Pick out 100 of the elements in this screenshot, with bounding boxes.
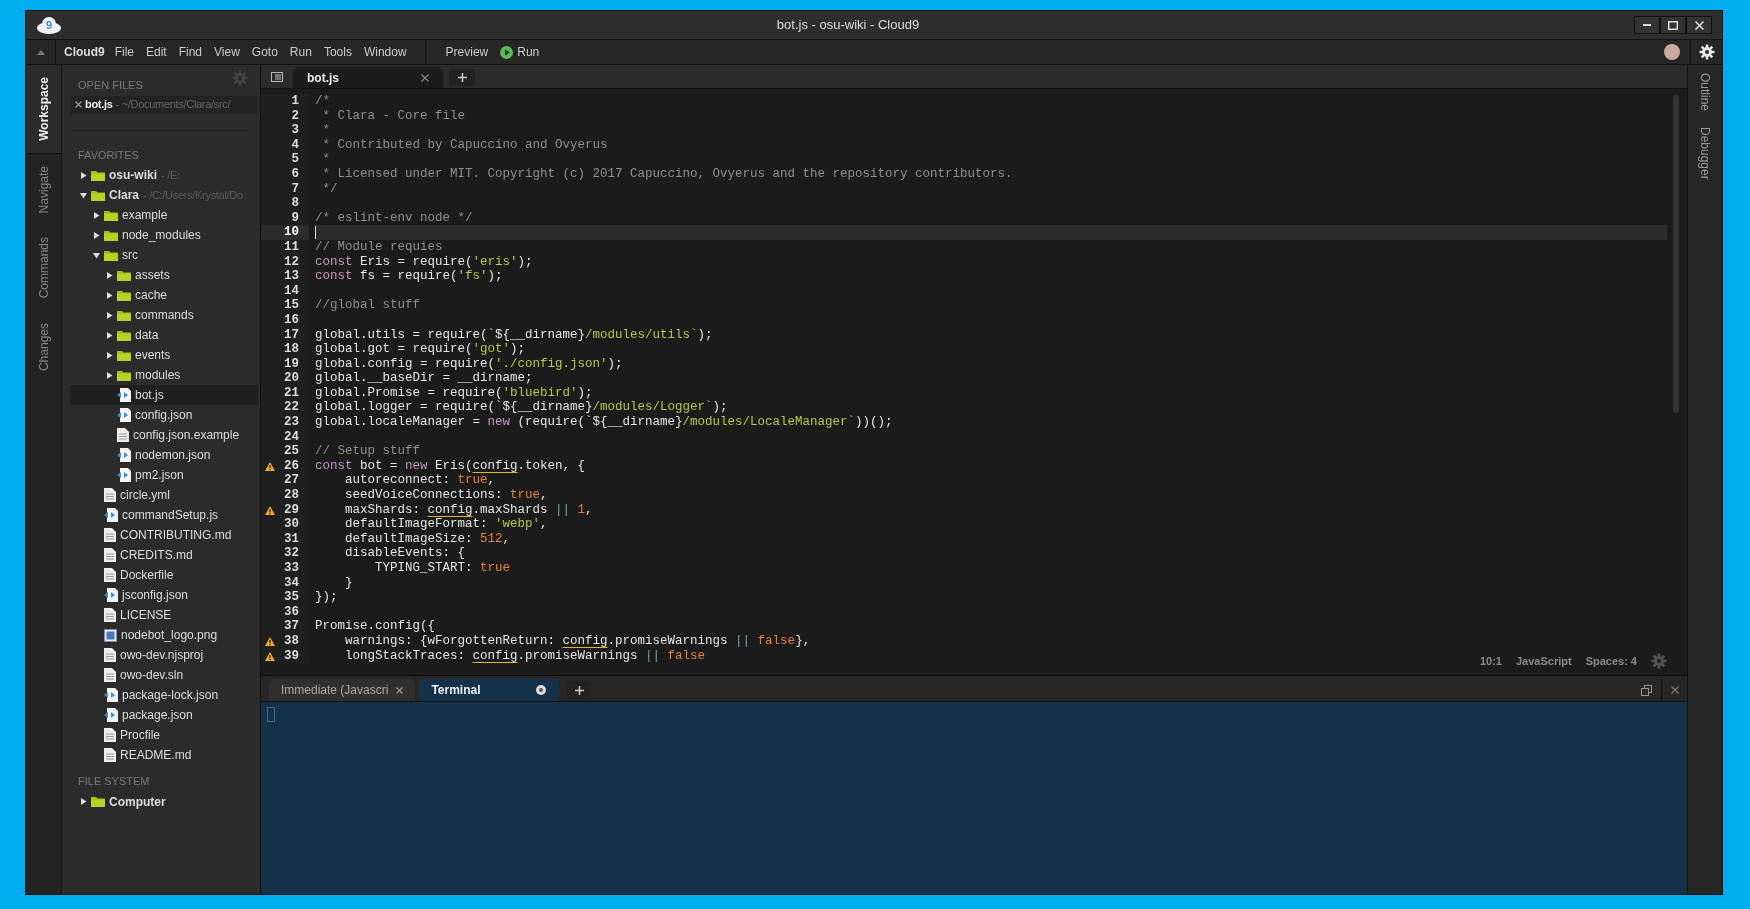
menu-item[interactable]: Window [357,43,413,61]
maximize-button[interactable] [1660,16,1686,34]
folder-icon [104,249,118,261]
preview-button[interactable]: Preview [439,43,495,61]
code-file-icon [104,588,118,602]
tree-item[interactable]: package-lock.json [70,685,258,705]
tree-item[interactable]: owo-dev.njsproj [70,645,258,665]
tree-item[interactable]: events [70,345,258,365]
document-icon [104,668,116,682]
panel-side-tab[interactable]: Debugger [1696,127,1714,180]
code-line: global.Promise = require('bluebird'); [315,385,593,400]
tree-item[interactable]: assets [70,265,258,285]
code-line: * Contributed by Capuccino and Ovyerus [321,137,608,152]
panel-tab[interactable]: Terminal [419,679,560,701]
code-line: */ [321,181,338,196]
file-name: events [135,347,171,364]
tree-item[interactable]: README.md [70,745,258,765]
folder-icon [117,349,131,361]
menu-item[interactable]: Run [283,43,318,61]
language-mode[interactable]: JavaScript [1515,653,1572,669]
menu-item[interactable]: Tools [317,43,358,61]
caret-right-icon [106,291,113,299]
folder-icon [117,269,131,281]
menu-item[interactable]: Find [172,43,209,61]
tree-item[interactable]: src [70,245,258,265]
tree-item[interactable]: bot.js [70,385,258,405]
tree-item[interactable]: package.json [70,705,258,725]
sidebar-tab[interactable]: Commands [26,225,61,311]
caret-right-icon [80,171,87,179]
indent-setting[interactable]: Spaces: 4 [1585,653,1637,669]
folder-icon [117,369,131,381]
line-number: 18 [284,342,299,357]
line-number: 33 [284,561,299,576]
line-number: 21 [284,385,299,401]
sidebar-tab[interactable]: Changes [26,310,61,383]
list-icon [271,72,283,82]
circle-icon [535,684,548,696]
file-name: src [122,247,138,264]
file-name: bot.js [85,97,113,113]
code-line: * [321,152,330,167]
menu-item[interactable]: View [208,43,246,61]
scrollbar[interactable] [1673,95,1679,413]
menu-item[interactable]: File [108,43,140,61]
tree-item[interactable]: LICENSE [70,605,258,625]
tree-item[interactable]: Computer [70,791,258,812]
panel-side-tab[interactable]: Outline [1696,73,1714,112]
file-name: nodebot_logo.png [121,627,218,644]
tree-item[interactable]: data [70,325,258,345]
avatar[interactable] [1664,44,1680,60]
line-number: 37 [284,619,299,634]
tree-item[interactable]: nodemon.json [70,445,258,465]
close-button[interactable] [1686,16,1712,34]
sidebar-tab[interactable]: Workspace [26,65,61,154]
tree-item[interactable]: Procfile [70,725,258,745]
code-line: global.__baseDir = __dirname; [315,371,533,386]
line-number: 20 [284,371,299,386]
menu-item[interactable]: Goto [245,43,284,61]
tree-item[interactable]: CREDITS.md [70,545,258,565]
file-name: config.json [135,407,193,424]
tree-item[interactable]: CONTRIBUTING.md [70,525,258,545]
caret-down-icon [93,251,100,259]
line-number: 6 [291,166,299,182]
tree-item[interactable]: nodebot_logo.png [70,625,258,645]
menu-item[interactable]: Edit [140,43,173,61]
sidebar-tab[interactable]: Navigate [26,153,61,226]
window-title: bot.js - osu-wiki - Cloud9 [775,16,921,35]
line-number: 10 [284,225,299,240]
code-line: }); [315,590,338,605]
line-number: 24 [284,429,299,445]
tree-item[interactable]: config.json.example [70,425,258,445]
tree-item[interactable]: circle.yml [70,485,258,505]
tree-item[interactable]: commands [70,305,258,325]
tree-item[interactable]: commandSetup.js [70,505,258,525]
run-button[interactable]: Run [494,43,546,61]
tree-item[interactable]: example [70,205,258,225]
new-tab-button[interactable] [449,69,475,86]
tree-item[interactable]: owo-dev.sln [70,665,258,685]
file-name: example [122,207,168,224]
open-file-item[interactable]: bot.js - ~/Documents/Clara/src/ [70,95,258,114]
tree-item[interactable]: config.json [70,405,258,425]
editor-tab[interactable]: bot.js [293,67,443,88]
panel-tab[interactable]: Immediate (Javascri [269,679,416,701]
tree-item[interactable]: Dockerfile [70,565,258,585]
tree-item[interactable]: cache [70,285,258,305]
section-heading: OPEN FILES [78,78,143,93]
tree-item[interactable]: pm2.json [70,465,258,485]
file-name: pm2.json [135,467,184,484]
minimize-button[interactable] [1634,16,1660,34]
folder-icon [117,329,131,341]
code-line: const fs = require('fs'); [315,269,503,284]
tree-item[interactable]: jsconfig.json [70,585,258,605]
code-line: //global stuff [315,298,421,313]
document-icon [104,548,116,562]
tree-item[interactable]: modules [70,365,258,385]
app-menu[interactable]: Cloud9 [64,43,105,61]
tree-item[interactable]: node_modules [70,225,258,245]
document-icon [104,528,116,542]
file-name: circle.yml [120,487,170,504]
new-tab-button[interactable] [567,681,592,699]
file-name: owo-dev.njsproj [120,647,204,664]
